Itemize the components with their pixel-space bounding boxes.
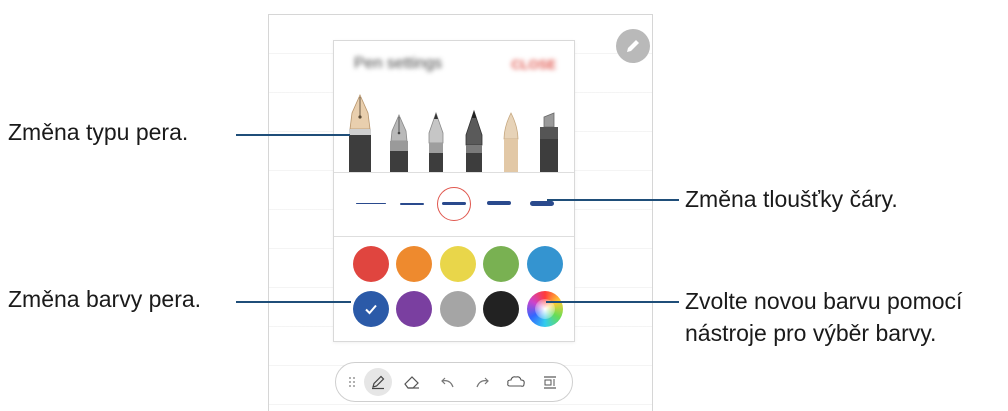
pen-marker[interactable]: [535, 93, 563, 173]
pen-calligraphy[interactable]: [385, 93, 413, 173]
color-yellow[interactable]: [440, 246, 476, 282]
color-purple[interactable]: [396, 291, 432, 327]
thickness-row: [334, 172, 574, 236]
thickness-5[interactable]: [530, 201, 554, 206]
drawing-toolbar: [335, 362, 573, 402]
text-format-icon[interactable]: [536, 368, 564, 396]
color-grid: [334, 237, 574, 341]
thickness-4[interactable]: [487, 201, 511, 205]
redo-icon[interactable]: [468, 368, 496, 396]
shape-icon[interactable]: [502, 368, 530, 396]
undo-icon[interactable]: [434, 368, 462, 396]
leader-color-picker: [546, 301, 679, 303]
color-black[interactable]: [483, 291, 519, 327]
color-orange[interactable]: [396, 246, 432, 282]
leader-pen-color: [236, 301, 351, 303]
callout-color-picker-line1: Zvolte novou barvu pomocí: [685, 288, 963, 314]
color-green[interactable]: [483, 246, 519, 282]
drag-handle-icon[interactable]: [338, 368, 366, 396]
pen-type-row: [334, 91, 574, 173]
check-icon: [365, 304, 377, 315]
panel-header: Pen settings CLOSE: [334, 41, 574, 89]
color-navy-selected[interactable]: [353, 291, 389, 327]
color-gray[interactable]: [440, 291, 476, 327]
edit-pencil-button[interactable]: [616, 29, 650, 63]
pen-ballpoint[interactable]: [422, 93, 450, 173]
panel-action-blurred[interactable]: CLOSE: [511, 57, 556, 72]
pen-fountain[interactable]: [346, 93, 374, 173]
eraser-icon[interactable]: [398, 368, 426, 396]
callout-thickness: Změna tloušťky čáry.: [685, 186, 898, 212]
leader-thickness: [547, 199, 679, 201]
pen-settings-panel: Pen settings CLOSE: [333, 40, 575, 342]
color-spectrum-picker[interactable]: [527, 291, 563, 327]
pen-brush[interactable]: [497, 93, 525, 173]
callout-pen-color: Změna barvy pera.: [8, 286, 202, 312]
thickness-2[interactable]: [400, 203, 424, 205]
callout-color-picker-line2: nástroje pro výběr barvy.: [685, 320, 937, 346]
thickness-3[interactable]: [442, 202, 466, 205]
panel-title-blurred: Pen settings: [354, 55, 443, 72]
pen-pencil[interactable]: [460, 93, 488, 173]
pencil-icon: [627, 40, 639, 52]
color-red[interactable]: [353, 246, 389, 282]
callout-pen-type: Změna typu pera.: [8, 119, 189, 145]
leader-pen-type: [236, 134, 350, 136]
thickness-1[interactable]: [356, 203, 386, 204]
pen-icon[interactable]: [364, 368, 392, 396]
color-blue[interactable]: [527, 246, 563, 282]
